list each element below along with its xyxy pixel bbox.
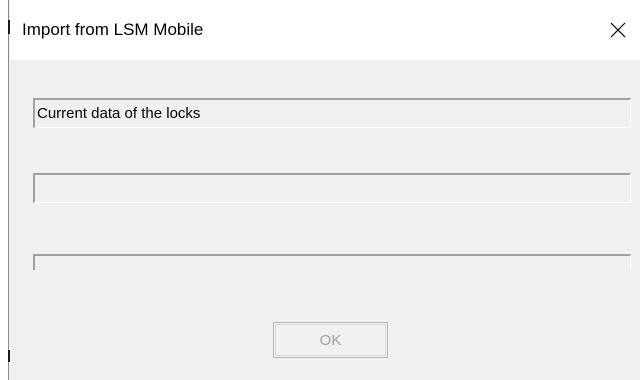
title-bar[interactable]: Import from LSM Mobile xyxy=(10,0,640,60)
status-text: Current data of the locks xyxy=(37,105,201,122)
close-button[interactable] xyxy=(596,10,640,50)
import-dialog-window: Import from LSM Mobile Current data of t… xyxy=(0,0,640,380)
close-icon xyxy=(610,22,626,38)
detail-field xyxy=(33,173,631,203)
status-field: Current data of the locks xyxy=(33,98,631,128)
dialog-body: Current data of the locks OK xyxy=(10,60,640,380)
ok-button[interactable]: OK xyxy=(273,322,388,358)
window-title: Import from LSM Mobile xyxy=(22,20,204,39)
background-window-edge xyxy=(0,0,9,380)
import-progress-bar xyxy=(33,254,631,270)
